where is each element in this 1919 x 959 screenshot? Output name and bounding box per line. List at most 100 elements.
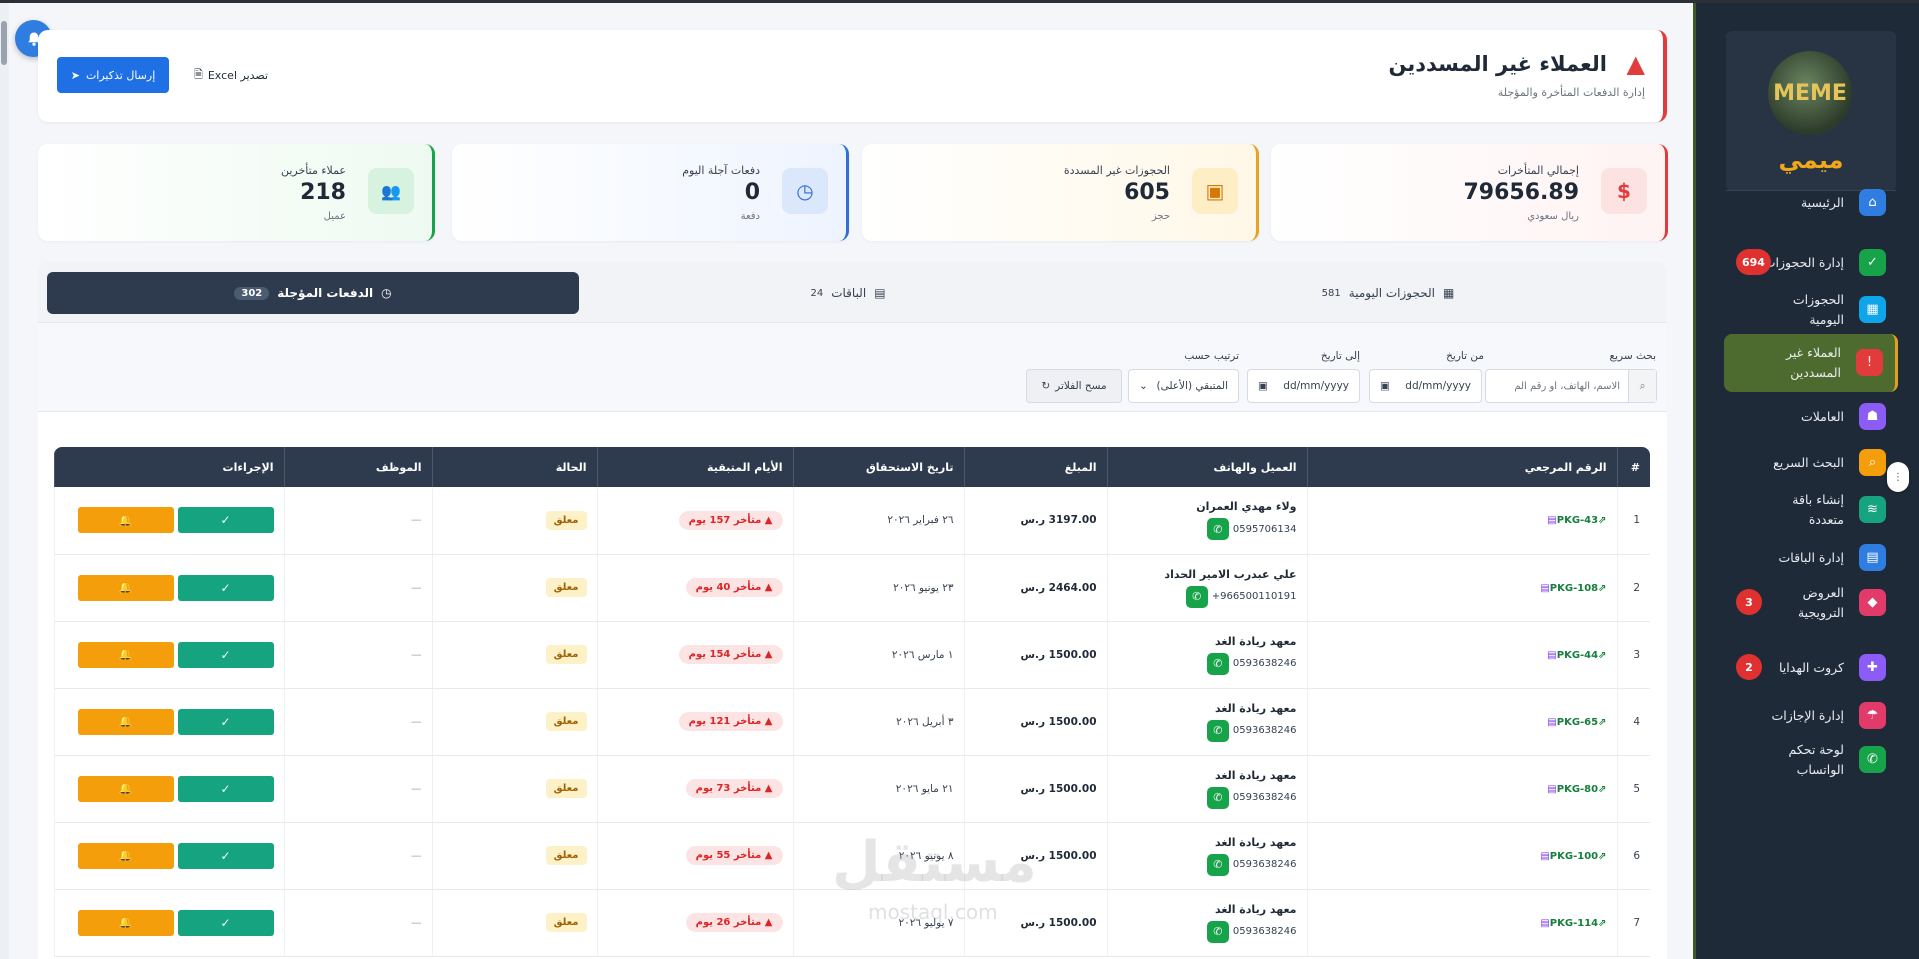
reference-link[interactable]: PKG-65: [1557, 717, 1598, 728]
sidebar-item-label: إدارة الباقات: [1778, 550, 1845, 565]
sidebar-item-label: الحجوزات اليومية: [1792, 292, 1844, 327]
calendar-picker-icon[interactable]: ▣: [1380, 380, 1390, 392]
from-date-field[interactable]: dd/mm/yyyy ▣: [1369, 369, 1482, 403]
late-badge: ▲ متأخر 121 يوم: [678, 712, 783, 731]
mark-paid-button[interactable]: ✓: [177, 708, 274, 735]
remind-button[interactable]: 🔔: [77, 775, 174, 802]
send-reminders-button[interactable]: إرسال تذكيرات ➤: [57, 57, 169, 93]
clock-icon: ◷: [381, 286, 392, 300]
mark-paid-button[interactable]: ✓: [177, 842, 274, 869]
sidebar-item-warning[interactable]: ! العملاء غير المسددين: [1724, 334, 1898, 392]
client-phone: 0595706134: [1232, 523, 1297, 535]
reference-link[interactable]: PKG-44: [1557, 650, 1598, 661]
remind-button[interactable]: 🔔: [77, 708, 174, 735]
external-link-icon[interactable]: ⇗: [1598, 784, 1606, 795]
remind-button[interactable]: 🔔: [77, 909, 174, 936]
sidebar-item-whatsapp[interactable]: ✆ لوحة تحكم الواتساب: [1724, 731, 1898, 789]
box-icon: ▤: [1540, 917, 1550, 929]
to-date-input[interactable]: dd/mm/yyyy: [1283, 380, 1349, 392]
remind-button[interactable]: 🔔: [77, 641, 174, 668]
from-date-input[interactable]: dd/mm/yyyy: [1405, 380, 1471, 392]
warning-icon: ▲: [761, 582, 773, 593]
tab-deferred-payments[interactable]: ◷ الدفعات المؤجلة 302: [47, 272, 579, 314]
reference-link[interactable]: PKG-100: [1550, 851, 1598, 862]
external-link-icon[interactable]: ⇗: [1598, 650, 1606, 661]
sidebar-item-home[interactable]: ⌂ الرئيسية: [1724, 174, 1898, 232]
stat-card-unpaid-bookings: ▣ الحجوزات غير المسددة 605 حجز: [862, 144, 1259, 241]
whatsapp-icon[interactable]: ✆: [1206, 719, 1229, 742]
status-badge: معلق: [545, 779, 587, 798]
whatsapp-icon[interactable]: ✆: [1206, 786, 1229, 809]
scrollbar-thumb[interactable]: [1, 21, 7, 65]
remind-button[interactable]: 🔔: [77, 507, 174, 534]
whatsapp-icon[interactable]: ✆: [1206, 853, 1229, 876]
days-remaining-cell: ▲ متأخر 73 يوم: [596, 755, 793, 823]
external-link-icon[interactable]: ⇗: [1598, 515, 1606, 526]
status-cell: معلق: [431, 487, 597, 555]
reference-link[interactable]: PKG-108: [1550, 583, 1598, 594]
paper-plane-icon: ➤: [70, 68, 80, 82]
status-cell: معلق: [431, 621, 597, 689]
whatsapp-icon[interactable]: ✆: [1185, 585, 1208, 608]
tab-daily-bookings[interactable]: ▦ الحجوزات اليومية 581: [1123, 272, 1653, 314]
box-icon: ▤: [1547, 716, 1557, 728]
whatsapp-icon[interactable]: ✆: [1206, 920, 1229, 943]
column-header[interactable]: الموظف: [283, 447, 432, 487]
reference-cell[interactable]: ⇗PKG-43▤: [1306, 487, 1617, 555]
watermark: مستقل: [832, 830, 1037, 895]
page-header: ▲ العملاء غير المسددين إدارة الدفعات الم…: [38, 30, 1667, 122]
reference-cell[interactable]: ⇗PKG-65▤: [1306, 688, 1617, 756]
mark-paid-button[interactable]: ✓: [177, 507, 274, 534]
column-header[interactable]: العميل والهاتف: [1106, 447, 1307, 487]
reference-link[interactable]: PKG-43: [1557, 515, 1598, 526]
tab-packages[interactable]: ▤ الباقات 24: [583, 272, 1113, 314]
send-reminders-label: إرسال تذكيرات: [85, 68, 156, 82]
external-link-icon[interactable]: ⇗: [1598, 583, 1606, 594]
search-field[interactable]: ⌕ الاسم، الهاتف، أو رقم الم: [1485, 369, 1657, 403]
warning-icon: ▲: [761, 850, 773, 861]
reference-link[interactable]: PKG-114: [1550, 918, 1598, 929]
scrollbar[interactable]: [0, 3, 9, 959]
export-excel-button[interactable]: تصدير Excel 🗎: [186, 57, 276, 93]
box-icon: ▤: [1547, 783, 1557, 795]
whatsapp-icon[interactable]: ✆: [1206, 652, 1229, 675]
column-header[interactable]: المبلغ: [963, 447, 1107, 487]
reference-cell[interactable]: ⇗PKG-80▤: [1306, 755, 1617, 823]
column-header[interactable]: الأيام المتبقية: [596, 447, 793, 487]
page-subtitle: إدارة الدفعات المتأخرة والمؤجلة: [1497, 86, 1645, 99]
reference-cell[interactable]: ⇗PKG-44▤: [1306, 621, 1617, 689]
mark-paid-button[interactable]: ✓: [177, 574, 274, 601]
mark-paid-button[interactable]: ✓: [177, 641, 274, 668]
column-header[interactable]: الحالة: [431, 447, 597, 487]
column-header[interactable]: تاريخ الاستحقاق: [792, 447, 964, 487]
external-link-icon[interactable]: ⇗: [1598, 918, 1606, 929]
drag-handle[interactable]: ⋮: [1887, 462, 1909, 492]
clear-filters-button[interactable]: مسح الفلاتر ↻: [1026, 369, 1122, 403]
client-name: معهد ريادة الغد: [1215, 902, 1297, 916]
column-header[interactable]: الرقم المرجعي: [1306, 447, 1617, 487]
reference-cell[interactable]: ⇗PKG-114▤: [1306, 889, 1617, 957]
external-link-icon[interactable]: ⇗: [1598, 717, 1606, 728]
to-date-field[interactable]: dd/mm/yyyy ▣: [1247, 369, 1360, 403]
sidebar-item-tag[interactable]: ◆ العروض الترويجية 3: [1724, 574, 1898, 632]
check-icon: ✓: [220, 647, 231, 662]
sort-select[interactable]: المتبقي (الأعلى) ⌄: [1128, 369, 1239, 403]
whatsapp-icon[interactable]: ✆: [1206, 518, 1229, 541]
client-name: معهد ريادة الغد: [1215, 835, 1297, 849]
mark-paid-button[interactable]: ✓: [177, 909, 274, 936]
calendar-picker-icon[interactable]: ▣: [1258, 380, 1268, 392]
tab-count: 581: [1321, 287, 1341, 299]
search-input[interactable]: الاسم، الهاتف، أو رقم الم: [1514, 381, 1628, 392]
reference-link[interactable]: PKG-80: [1557, 784, 1598, 795]
row-number: 1: [1616, 487, 1650, 555]
external-link-icon[interactable]: ⇗: [1598, 851, 1606, 862]
client-phone: 0593638246: [1232, 725, 1297, 736]
search-label: بحث سريع: [1609, 350, 1656, 362]
reference-cell[interactable]: ⇗PKG-108▤: [1306, 554, 1617, 622]
mark-paid-button[interactable]: ✓: [177, 775, 274, 802]
remind-button[interactable]: 🔔: [77, 842, 174, 869]
sidebar-item-calendar[interactable]: ▦ الحجوزات اليومية: [1724, 281, 1898, 339]
reference-cell[interactable]: ⇗PKG-100▤: [1306, 822, 1617, 890]
stat-label: عملاء متأخرين: [280, 164, 346, 177]
remind-button[interactable]: 🔔: [77, 574, 174, 601]
